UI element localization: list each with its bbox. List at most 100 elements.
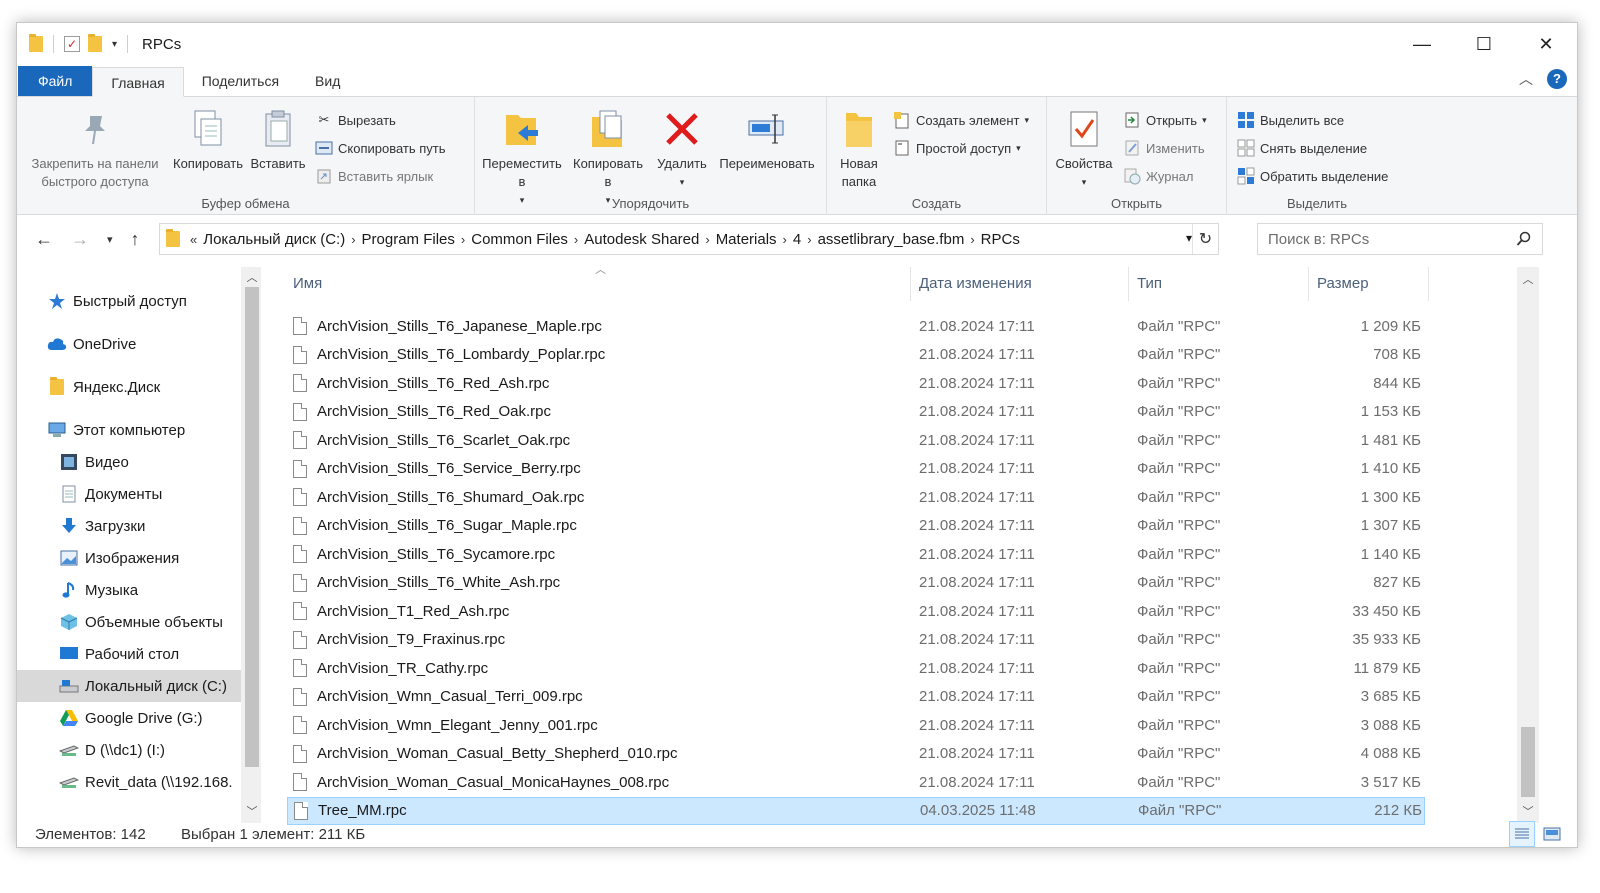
breadcrumb-chevron-icon[interactable]: › <box>705 232 709 247</box>
help-icon[interactable]: ? <box>1547 69 1567 89</box>
table-row[interactable]: ArchVision_Stills_T6_Scarlet_Oak.rpc 21.0… <box>287 426 1425 454</box>
select-all-button[interactable]: Выделить все <box>1237 109 1388 131</box>
minimize-button[interactable]: — <box>1391 23 1453 65</box>
tab-file[interactable]: Файл <box>18 66 93 96</box>
table-row[interactable]: ArchVision_TR_Cathy.rpc 21.08.2024 17:11 Ф… <box>287 654 1425 682</box>
select-none-icon <box>1237 139 1255 157</box>
table-row[interactable]: ArchVision_Stills_T6_Japanese_Maple.rpc 2… <box>287 312 1425 340</box>
table-row[interactable]: ArchVision_Stills_T6_Service_Berry.rpc 21… <box>287 455 1425 483</box>
column-header-date[interactable]: Дата изменения <box>913 267 1129 301</box>
file-name: ArchVision_Wmn_Elegant_Jenny_001.rpc <box>317 716 598 734</box>
large-icons-view-icon[interactable] <box>1539 821 1565 847</box>
file-type: Файл "RPC" <box>1137 745 1221 762</box>
details-view-icon[interactable] <box>1509 821 1535 847</box>
breadcrumb-item[interactable]: Autodesk Shared <box>584 231 699 248</box>
breadcrumb-item[interactable]: Materials <box>716 231 777 248</box>
nav-item-music[interactable]: Музыка <box>17 574 241 606</box>
recent-locations-chevron-down-icon[interactable]: ▾ <box>107 233 113 246</box>
invert-selection-button[interactable]: Обратить выделение <box>1237 165 1388 187</box>
table-row[interactable]: ArchVision_Stills_T6_Sugar_Maple.rpc 21.0… <box>287 512 1425 540</box>
edit-button[interactable]: Изменить <box>1123 137 1207 159</box>
nav-item-this-pc[interactable]: Этот компьютер <box>17 414 241 446</box>
search-icon[interactable] <box>1516 231 1532 251</box>
column-header-size[interactable]: Размер <box>1311 267 1429 301</box>
close-button[interactable]: ✕ <box>1515 23 1577 65</box>
tab-view[interactable]: Вид <box>297 66 358 96</box>
nav-item-yandex-disk[interactable]: Яндекс.Диск <box>17 371 241 403</box>
history-button[interactable]: Журнал <box>1123 165 1207 187</box>
up-arrow-icon[interactable]: ↑ <box>131 229 140 250</box>
breadcrumb-item[interactable]: 4 <box>793 231 801 248</box>
refresh-icon[interactable]: ↻ <box>1192 224 1218 254</box>
nav-item-network-drive-revit[interactable]: Revit_data (\\192.168. <box>17 766 241 798</box>
table-row[interactable]: ArchVision_Stills_T6_Shumard_Oak.rpc 21.0… <box>287 483 1425 511</box>
file-list-scrollbar[interactable]: ︿ ﹀ <box>1517 267 1539 823</box>
column-header-name[interactable]: Имя <box>287 267 911 301</box>
window-title: RPCs <box>142 35 182 53</box>
breadcrumb-item[interactable]: RPCs <box>981 231 1020 248</box>
table-row[interactable]: ArchVision_Stills_T6_White_Ash.rpc 21.08.… <box>287 569 1425 597</box>
nav-item-google-drive[interactable]: Google Drive (G:) <box>17 702 241 734</box>
breadcrumb-item[interactable]: Common Files <box>471 231 568 248</box>
select-none-button[interactable]: Снять выделение <box>1237 137 1388 159</box>
search-input[interactable]: Поиск в: RPCs <box>1257 223 1543 255</box>
scroll-up-chevron-icon[interactable]: ︿ <box>1517 271 1539 289</box>
nav-item-pictures[interactable]: Изображения <box>17 542 241 574</box>
address-bar[interactable]: « Локальный диск (C:) › Program Files › … <box>159 223 1219 255</box>
breadcrumb-overflow[interactable]: « <box>190 232 197 247</box>
breadcrumb-item[interactable]: assetlibrary_base.fbm <box>818 231 965 248</box>
properties-icon[interactable]: ✓ <box>64 36 80 52</box>
nav-item-downloads[interactable]: Загрузки <box>17 510 241 542</box>
file-list-scroll-thumb[interactable] <box>1521 727 1535 797</box>
table-row[interactable]: ArchVision_T1_Red_Ash.rpc 21.08.2024 17:1… <box>287 597 1425 625</box>
collapse-ribbon-chevron-up-icon[interactable]: ︿ <box>1519 69 1533 89</box>
nav-item-local-disk-c[interactable]: Локальный диск (C:) <box>17 670 241 702</box>
table-row[interactable]: ArchVision_Woman_Casual_Betty_Shepherd_0… <box>287 740 1425 768</box>
paste-label: Вставить <box>250 156 306 171</box>
breadcrumb-chevron-icon[interactable]: › <box>574 232 578 247</box>
table-row[interactable]: ArchVision_T9_Fraxinus.rpc 21.08.2024 17:… <box>287 626 1425 654</box>
table-row[interactable]: ArchVision_Woman_Casual_MonicaHaynes_008… <box>287 768 1425 796</box>
new-folder-icon[interactable] <box>88 34 102 52</box>
breadcrumb-chevron-icon[interactable]: › <box>783 232 787 247</box>
qat-separator <box>127 35 129 53</box>
customize-qat-chevron-icon[interactable]: ▾ <box>112 39 117 50</box>
breadcrumb-chevron-icon[interactable]: › <box>461 232 465 247</box>
table-row[interactable]: ArchVision_Stills_T6_Sycamore.rpc 21.08.2… <box>287 540 1425 568</box>
tab-home[interactable]: Главная <box>92 67 184 97</box>
forward-arrow-icon[interactable]: → <box>71 229 89 250</box>
tab-share[interactable]: Поделиться <box>184 66 297 96</box>
file-icon <box>293 716 307 734</box>
open-button[interactable]: Открыть ▾ <box>1123 109 1207 131</box>
back-arrow-icon[interactable]: ← <box>35 229 53 250</box>
new-item-button[interactable]: Создать элемент ▾ <box>893 109 1029 131</box>
easy-access-button[interactable]: Простой доступ ▾ <box>893 137 1029 159</box>
table-row[interactable]: ArchVision_Stills_T6_Red_Oak.rpc 21.08.20… <box>287 398 1425 426</box>
nav-item-onedrive[interactable]: OneDrive <box>17 328 241 360</box>
file-name-cell: Tree_MM.rpc <box>294 801 407 820</box>
nav-item-videos[interactable]: Видео <box>17 446 241 478</box>
column-header-type[interactable]: Тип <box>1131 267 1309 301</box>
nav-scroll-thumb[interactable] <box>245 287 259 767</box>
nav-item-desktop[interactable]: Рабочий стол <box>17 638 241 670</box>
table-row[interactable]: ArchVision_Stills_T6_Lombardy_Poplar.rpc… <box>287 341 1425 369</box>
scroll-up-chevron-icon[interactable]: ︿ <box>241 269 261 287</box>
maximize-button[interactable]: ☐ <box>1453 23 1515 65</box>
breadcrumb-item[interactable]: Program Files <box>362 231 455 248</box>
table-row[interactable]: ArchVision_Wmn_Elegant_Jenny_001.rpc 21.0… <box>287 711 1425 739</box>
cut-button[interactable]: ✂ Вырезать <box>315 109 446 131</box>
file-icon <box>293 345 307 364</box>
nav-item-quick-access[interactable]: Быстрый доступ <box>17 285 241 317</box>
nav-item-network-drive-i[interactable]: D (\\dc1) (I:) <box>17 734 241 766</box>
copy-path-button[interactable]: Скопировать путь <box>315 137 446 159</box>
table-row[interactable]: ArchVision_Stills_T6_Red_Ash.rpc 21.08.20… <box>287 369 1425 397</box>
paste-shortcut-button[interactable]: Вставить ярлык <box>315 165 446 187</box>
nav-item-3d-objects[interactable]: Объемные объекты <box>17 606 241 638</box>
nav-item-documents[interactable]: Документы <box>17 478 241 510</box>
table-row[interactable]: ArchVision_Wmn_Casual_Terri_009.rpc 21.08… <box>287 683 1425 711</box>
breadcrumb-chevron-icon[interactable]: › <box>970 232 974 247</box>
nav-scrollbar[interactable]: ︿ ﹀ <box>241 267 261 823</box>
breadcrumb-chevron-icon[interactable]: › <box>351 232 355 247</box>
breadcrumb-chevron-icon[interactable]: › <box>807 232 811 247</box>
breadcrumb-item[interactable]: Локальный диск (C:) <box>203 231 345 248</box>
